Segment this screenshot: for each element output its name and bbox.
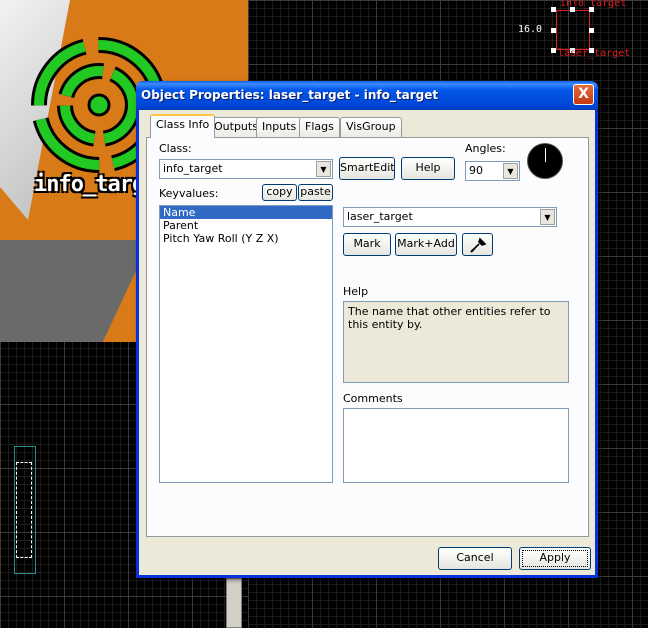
angle-dial-needle	[545, 148, 546, 162]
help-text-box: The name that other entities refer to th…	[343, 301, 569, 383]
entity-2d-targetname: laser_target	[558, 48, 631, 59]
selection-handle[interactable]	[589, 28, 594, 33]
list-item[interactable]: Parent	[160, 219, 332, 232]
list-item[interactable]: Name	[160, 206, 332, 219]
chevron-down-icon[interactable]: ▼	[540, 209, 555, 225]
selection-handle[interactable]	[551, 48, 556, 53]
entity-2d-size-label: 16.0	[518, 24, 543, 35]
eyedropper-icon	[470, 237, 487, 253]
keyvalues-label: Keyvalues:	[159, 187, 219, 200]
tab-flags[interactable]: Flags	[299, 117, 340, 137]
class-value: info_target	[163, 162, 223, 175]
help-section-label: Help	[343, 285, 369, 298]
class-info-panel: Class: info_target ▼ SmartEdit Help Angl…	[146, 137, 589, 537]
help-text: The name that other entities refer to th…	[348, 305, 551, 331]
help-button[interactable]: Help	[401, 157, 455, 180]
tab-inputs[interactable]: Inputs	[256, 117, 303, 137]
angles-dropdown[interactable]: 90 ▼	[465, 161, 520, 181]
mark-add-button[interactable]: Mark+Add	[395, 233, 457, 256]
class-label: Class:	[159, 142, 192, 155]
mark-button[interactable]: Mark	[343, 233, 391, 256]
selection-handle[interactable]	[570, 7, 575, 12]
angles-value: 90	[469, 164, 483, 177]
chevron-down-icon[interactable]: ▼	[503, 163, 518, 179]
tab-class-info[interactable]: Class Info	[150, 114, 216, 138]
dialog-title-bar[interactable]: Object Properties: laser_target - info_t…	[136, 81, 598, 110]
copy-button[interactable]: copy	[262, 184, 297, 201]
entity-2d-box[interactable]	[556, 10, 590, 50]
angles-label: Angles:	[465, 142, 506, 155]
selection-handle[interactable]	[551, 7, 556, 12]
close-button[interactable]: X	[573, 84, 594, 105]
dialog-title: Object Properties: laser_target - info_t…	[141, 88, 439, 102]
eyedropper-button[interactable]	[462, 233, 493, 256]
list-item[interactable]: Pitch Yaw Roll (Y Z X)	[160, 232, 332, 245]
tab-visgroup[interactable]: VisGroup	[340, 117, 402, 137]
object-properties-dialog: Object Properties: laser_target - info_t…	[136, 81, 598, 578]
brush-selection-2d[interactable]	[16, 462, 32, 558]
close-icon: X	[578, 86, 589, 102]
cancel-button[interactable]: Cancel	[438, 547, 512, 570]
selection-handle[interactable]	[551, 28, 556, 33]
smartedit-button[interactable]: SmartEdit	[339, 157, 395, 180]
comments-label: Comments	[343, 392, 403, 405]
apply-button[interactable]: Apply	[519, 547, 591, 570]
floor-brush	[0, 240, 151, 342]
chevron-down-icon[interactable]: ▼	[316, 161, 331, 177]
sprite-entity-label: info_targ	[34, 172, 145, 197]
viewport-scrollbar[interactable]	[226, 578, 242, 628]
value-dropdown[interactable]: laser_target ▼	[343, 207, 557, 227]
paste-button[interactable]: paste	[298, 184, 333, 201]
angle-dial-icon[interactable]	[527, 143, 563, 179]
comments-field[interactable]	[343, 408, 569, 483]
selection-handle[interactable]	[589, 7, 594, 12]
value-field: laser_target	[347, 210, 413, 223]
class-dropdown[interactable]: info_target ▼	[159, 159, 333, 179]
keyvalues-list[interactable]: Name Parent Pitch Yaw Roll (Y Z X)	[159, 205, 333, 483]
